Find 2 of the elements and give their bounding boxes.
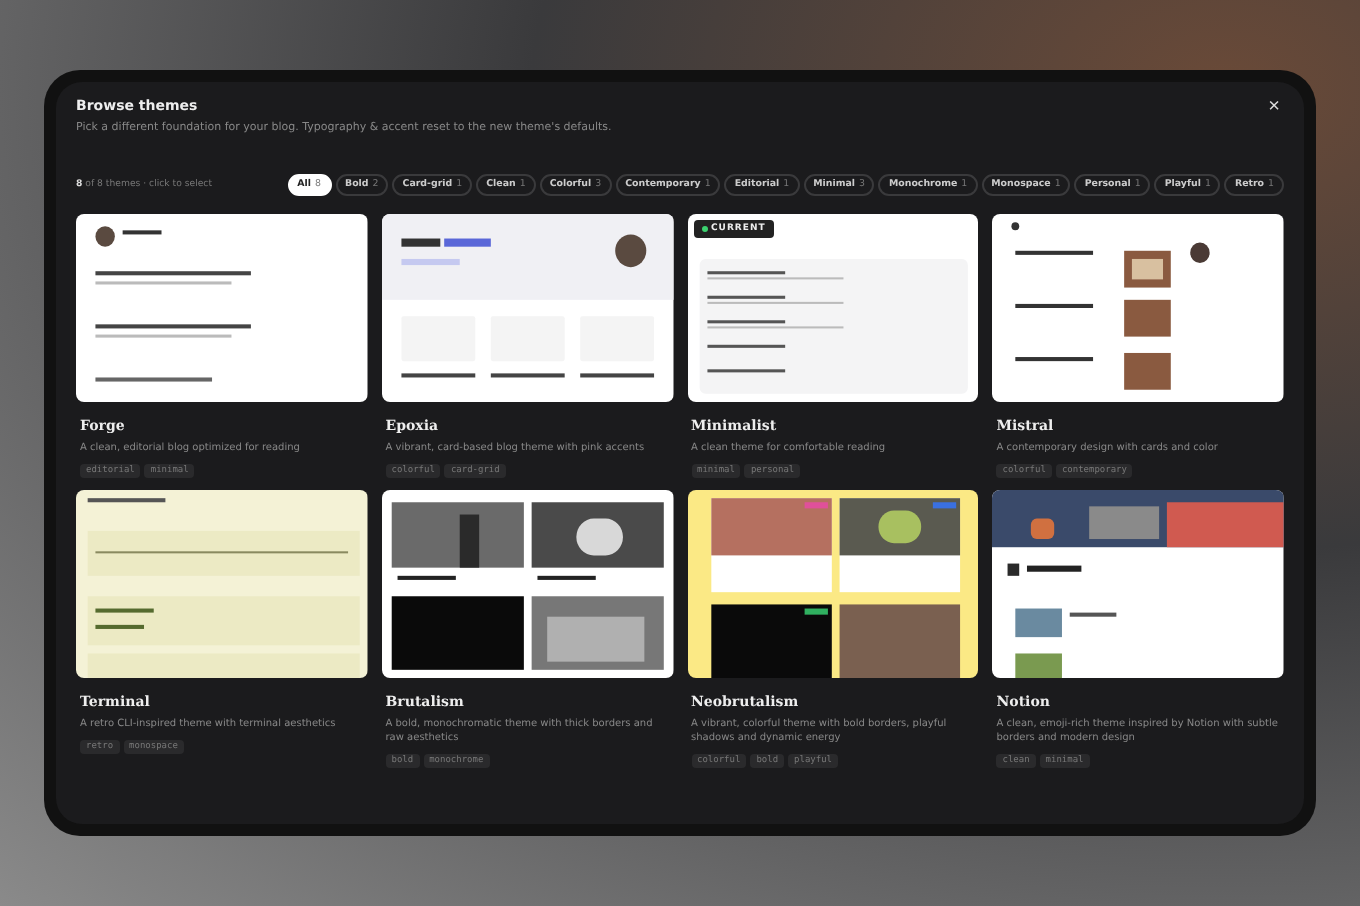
- status-dot-icon: [701, 226, 707, 232]
- close-button[interactable]: ×: [1264, 98, 1284, 118]
